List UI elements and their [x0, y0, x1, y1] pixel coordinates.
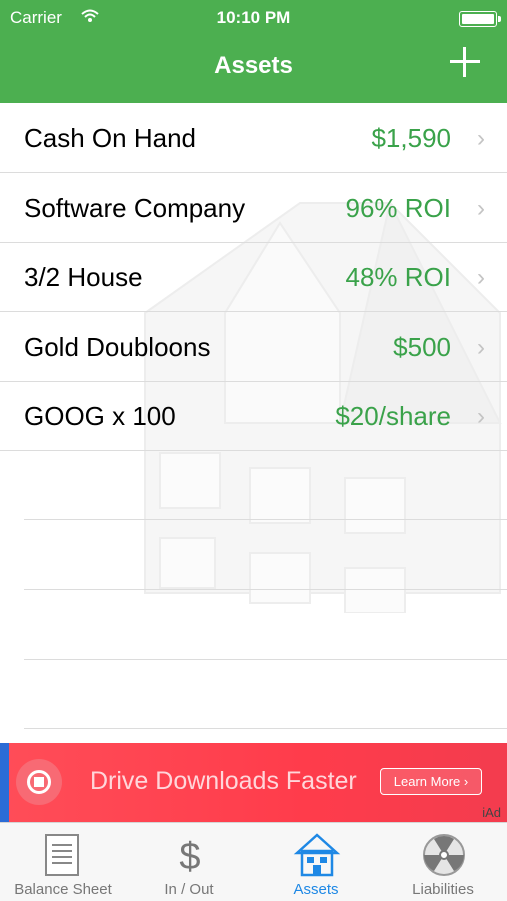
- asset-name: Gold Doubloons: [24, 332, 211, 362]
- chevron-right-icon: ›: [477, 125, 485, 152]
- tab-assets[interactable]: Assets: [253, 823, 379, 901]
- tab-in-out[interactable]: $ In / Out: [126, 823, 252, 901]
- chevron-right-icon: ›: [477, 334, 485, 361]
- navigation-bar: Carrier 10:10 PM Assets: [0, 0, 507, 103]
- add-asset-button[interactable]: [447, 45, 483, 81]
- asset-name: GOOG x 100: [24, 401, 176, 431]
- empty-row-divider: [24, 659, 507, 660]
- tab-label: Balance Sheet: [14, 881, 112, 898]
- asset-name: 3/2 House: [24, 262, 143, 292]
- asset-value: $20/share: [335, 401, 451, 431]
- tab-liabilities[interactable]: Liabilities: [380, 823, 506, 901]
- iad-badge: iAd: [482, 805, 501, 820]
- tab-label: Assets: [293, 881, 339, 898]
- ad-edge: [0, 743, 9, 822]
- asset-row-cash[interactable]: Cash On Hand $1,590 ›: [0, 103, 507, 173]
- asset-name: Software Company: [24, 193, 246, 223]
- svg-text:$: $: [179, 836, 200, 878]
- dollar-icon: $: [179, 836, 200, 878]
- asset-row-house[interactable]: 3/2 House 48% ROI ›: [0, 242, 507, 312]
- empty-row-divider: [24, 728, 507, 729]
- tab-bar: Balance Sheet $ In / Out Assets Liabilit…: [0, 822, 507, 901]
- asset-value: $500: [393, 332, 451, 362]
- tab-label: In / Out: [164, 881, 214, 898]
- asset-value: $1,590: [371, 123, 451, 153]
- asset-value: 48% ROI: [345, 262, 452, 292]
- tab-balance-sheet[interactable]: Balance Sheet: [0, 823, 126, 901]
- learn-more-button[interactable]: Learn More ›: [380, 768, 482, 795]
- asset-row-gold[interactable]: Gold Doubloons $500 ›: [0, 312, 507, 382]
- chevron-right-icon: ›: [477, 264, 485, 291]
- empty-row-divider: [24, 589, 507, 590]
- empty-row-divider: [24, 519, 507, 520]
- asset-list: Cash On Hand $1,590 › Software Company 9…: [0, 103, 507, 743]
- status-bar: Carrier 10:10 PM: [0, 0, 507, 36]
- chevron-right-icon: ›: [477, 403, 485, 430]
- radiation-icon: [423, 834, 465, 876]
- chevron-right-icon: ›: [477, 195, 485, 222]
- ad-headline: Drive Downloads Faster: [90, 767, 357, 795]
- house-icon: [293, 833, 341, 877]
- asset-row-goog[interactable]: GOOG x 100 $20/share ›: [0, 381, 507, 451]
- asset-row-software[interactable]: Software Company 96% ROI ›: [0, 173, 507, 243]
- iad-banner[interactable]: Drive Downloads Faster Learn More › iAd: [0, 743, 507, 822]
- tab-label: Liabilities: [412, 881, 474, 898]
- battery-icon: [459, 11, 501, 27]
- clock: 10:10 PM: [216, 8, 291, 27]
- ad-logo-icon: [16, 759, 62, 805]
- page-title: Assets: [214, 52, 293, 79]
- asset-name: Cash On Hand: [24, 123, 196, 153]
- document-icon: [45, 834, 79, 876]
- asset-value: 96% ROI: [345, 193, 452, 223]
